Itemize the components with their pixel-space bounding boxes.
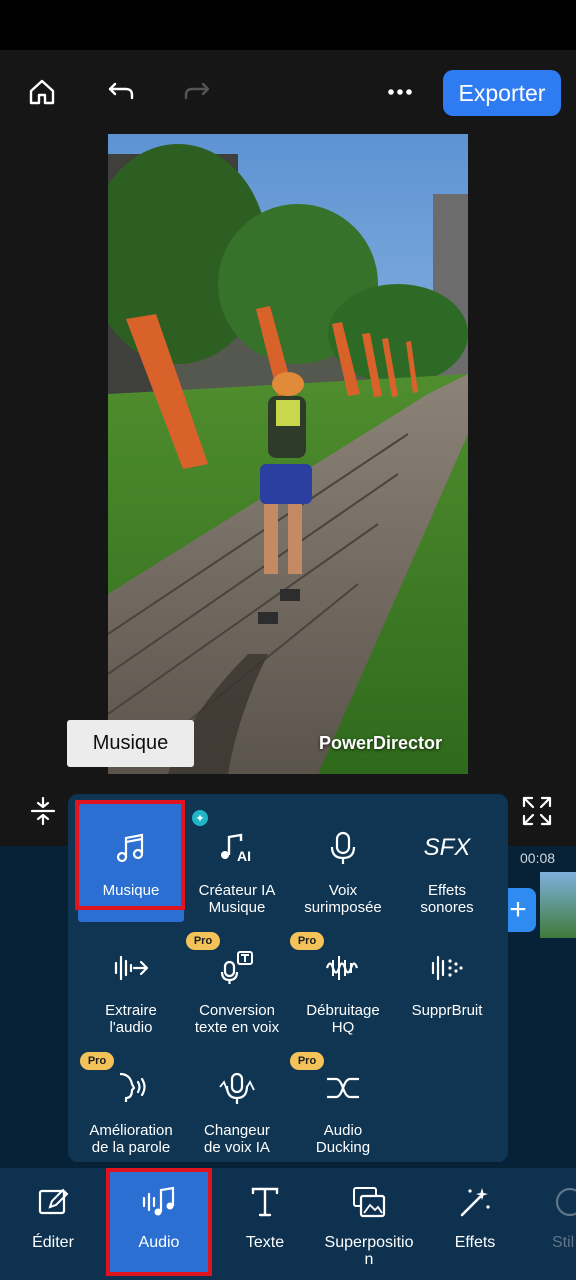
effects-icon (457, 1184, 493, 1220)
watermark-text: PowerDirector (318, 733, 442, 753)
preview-image (108, 134, 468, 774)
menu-item-effets-sonores[interactable]: SFX Effets sonores (394, 804, 500, 922)
redo-icon[interactable] (177, 72, 217, 112)
audio-menu-panel: Musique AI Créateur IA Musique ✦ Voix su… (68, 794, 508, 1162)
text-icon (247, 1184, 283, 1220)
pro-badge: Pro (290, 932, 324, 950)
nav-item-texte[interactable]: Texte (212, 1168, 318, 1274)
status-bar (0, 0, 576, 50)
fullscreen-icon[interactable] (520, 794, 554, 828)
menu-item-label: Conversion texte en voix (194, 1002, 280, 1036)
home-icon[interactable] (22, 72, 62, 112)
nav-item-effets[interactable]: Effets (422, 1168, 528, 1274)
noise-remove-icon (425, 946, 469, 990)
nav-item-label: Effets (454, 1234, 496, 1251)
nav-item-editer[interactable]: Éditer (0, 1168, 106, 1274)
menu-item-label: SupprBruit (411, 1002, 483, 1019)
microphone-icon (321, 826, 365, 870)
new-badge-icon: ✦ (192, 810, 208, 826)
voice-changer-icon (215, 1066, 259, 1110)
pro-badge: Pro (290, 1052, 324, 1070)
highlight-audio-tab (106, 1168, 212, 1276)
menu-item-label: Débruitage HQ (306, 1002, 380, 1036)
ai-music-icon: AI (215, 826, 259, 870)
export-button[interactable]: Exporter (443, 70, 561, 116)
bottom-navigation: Éditer Audio Texte Superpositio n Effets… (0, 1168, 576, 1280)
menu-item-label: Créateur IA Musique (198, 882, 276, 916)
menu-item-voix-surimposee[interactable]: Voix surimposée (290, 804, 396, 922)
video-preview[interactable]: PowerDirector (108, 134, 468, 774)
split-view-icon[interactable] (26, 794, 60, 828)
edit-icon (35, 1184, 71, 1220)
timeline-time-label: 00:08 (520, 850, 556, 866)
svg-text:AI: AI (237, 848, 251, 864)
menu-item-extraire-audio[interactable]: Extraire l'audio (78, 924, 184, 1042)
overlay-icon (351, 1184, 387, 1220)
sfx-glyph: SFX (423, 834, 471, 861)
nav-item-stickers[interactable]: Stil (528, 1168, 576, 1274)
menu-item-label: Voix surimposée (304, 882, 382, 916)
menu-item-label: Extraire l'audio (105, 1002, 157, 1036)
menu-item-label: Effets sonores (420, 882, 474, 916)
menu-item-label: Audio Ducking (315, 1122, 371, 1156)
nav-item-label: Texte (245, 1234, 285, 1251)
menu-item-supprbruit[interactable]: SupprBruit (394, 924, 500, 1042)
speech-enhance-icon (109, 1066, 153, 1110)
undo-icon[interactable] (101, 72, 141, 112)
denoise-icon (321, 946, 365, 990)
musique-tooltip: Musique (67, 720, 194, 767)
menu-item-changeur-voix-ia[interactable]: Changeur de voix IA (184, 1044, 290, 1162)
pro-badge: Pro (186, 932, 220, 950)
menu-item-label: Changeur de voix IA (204, 1122, 270, 1156)
pro-badge: Pro (80, 1052, 114, 1070)
menu-item-label: Amélioration de la parole (89, 1122, 173, 1156)
sfx-icon: SFX (423, 826, 471, 870)
nav-item-label: Superpositio n (324, 1234, 414, 1268)
nav-item-superposition[interactable]: Superpositio n (316, 1168, 422, 1274)
timeline-clip-thumbnail[interactable] (540, 872, 576, 938)
highlight-musique (75, 800, 185, 910)
nav-item-label: Stil (552, 1234, 575, 1251)
text-to-speech-icon (215, 946, 259, 990)
more-icon[interactable] (380, 72, 420, 112)
nav-item-label: Éditer (32, 1234, 74, 1251)
extract-audio-icon (109, 946, 153, 990)
audio-ducking-icon (321, 1066, 365, 1110)
sticker-icon (552, 1184, 576, 1220)
